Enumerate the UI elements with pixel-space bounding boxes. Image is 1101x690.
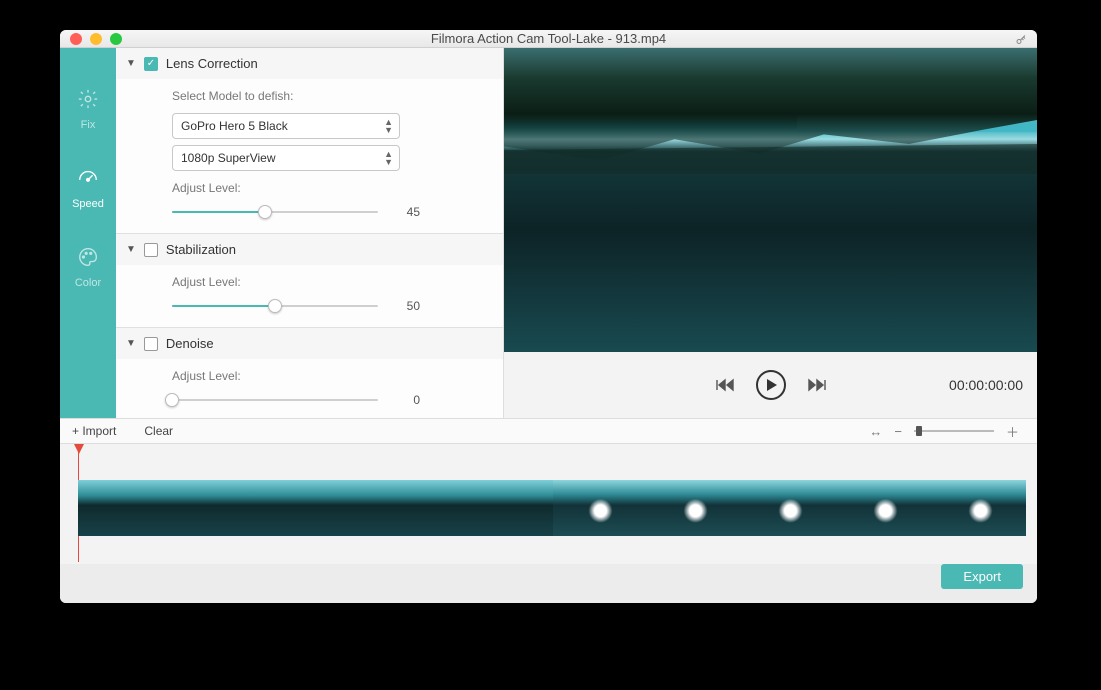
- zoom-window-button[interactable]: [110, 33, 122, 45]
- settings-panel: ▼ Lens Correction Select Model to defish…: [116, 48, 504, 418]
- adjust-level-label: Adjust Level:: [172, 369, 489, 383]
- playback-controls: 00:00:00:00: [504, 352, 1037, 418]
- import-button[interactable]: + Import: [72, 424, 116, 438]
- timeline-frame: [933, 480, 1026, 536]
- clear-button[interactable]: Clear: [144, 424, 173, 438]
- chevron-down-icon: ▼: [126, 338, 136, 349]
- minimize-window-button[interactable]: [90, 33, 102, 45]
- section-title: Denoise: [166, 336, 214, 351]
- select-resolution[interactable]: 1080p SuperView ▲▼: [172, 145, 400, 171]
- defish-prompt: Select Model to defish:: [172, 89, 489, 103]
- video-preview[interactable]: [504, 48, 1037, 352]
- timeline-frame: [173, 480, 268, 536]
- skip-back-button[interactable]: [714, 374, 736, 396]
- timeline[interactable]: [60, 444, 1037, 564]
- skip-forward-button[interactable]: [806, 374, 828, 396]
- section-lens-correction: ▼ Lens Correction Select Model to defish…: [116, 48, 503, 233]
- sidebar-item-speed[interactable]: Speed: [72, 167, 104, 210]
- zoom-out-button[interactable]: −: [894, 424, 902, 439]
- chevron-down-icon: ▼: [126, 244, 136, 255]
- timeline-frame: [743, 480, 838, 536]
- sidebar-item-label: Fix: [81, 119, 96, 131]
- app-window: Filmora Action Cam Tool-Lake - 913.mp4 F…: [60, 30, 1037, 603]
- section-stabilization: ▼ Stabilization Adjust Level: 50: [116, 233, 503, 327]
- select-value: 1080p SuperView: [181, 151, 276, 165]
- timeline-frame: [553, 480, 648, 536]
- export-button[interactable]: Export: [941, 564, 1023, 589]
- zoom-slider[interactable]: [914, 426, 994, 436]
- palette-icon: [77, 246, 99, 271]
- timeline-frame: [458, 480, 553, 536]
- timeline-frame: [363, 480, 458, 536]
- checkbox-lens-correction[interactable]: [144, 57, 158, 71]
- select-arrows-icon: ▲▼: [384, 150, 393, 166]
- section-header-lens[interactable]: ▼ Lens Correction: [116, 48, 503, 79]
- checkbox-stabilization[interactable]: [144, 243, 158, 257]
- sidebar: Fix Speed Color: [60, 48, 116, 418]
- slider-value: 50: [392, 299, 420, 313]
- fit-width-icon[interactable]: ↔: [869, 424, 882, 439]
- play-button[interactable]: [756, 370, 786, 400]
- slider-value: 0: [392, 393, 420, 407]
- close-window-button[interactable]: [70, 33, 82, 45]
- sidebar-item-color[interactable]: Color: [75, 246, 101, 289]
- chevron-down-icon: ▼: [126, 58, 136, 69]
- sidebar-item-fix[interactable]: Fix: [77, 88, 99, 131]
- select-camera-model[interactable]: GoPro Hero 5 Black ▲▼: [172, 113, 400, 139]
- checkbox-denoise[interactable]: [144, 337, 158, 351]
- slider-lens-level[interactable]: [172, 205, 378, 219]
- window-title: Filmora Action Cam Tool-Lake - 913.mp4: [60, 31, 1037, 46]
- timeline-frame: [648, 480, 743, 536]
- gear-icon: [77, 88, 99, 113]
- timecode: 00:00:00:00: [949, 377, 1023, 393]
- timeline-frame: [78, 480, 173, 536]
- footer: Export: [60, 564, 1037, 603]
- slider-value: 45: [392, 205, 420, 219]
- select-arrows-icon: ▲▼: [384, 118, 393, 134]
- key-icon[interactable]: [1015, 34, 1027, 49]
- select-value: GoPro Hero 5 Black: [181, 119, 288, 133]
- preview-pane: 00:00:00:00: [504, 48, 1037, 418]
- timeline-frame: [838, 480, 933, 536]
- sidebar-item-label: Color: [75, 277, 101, 289]
- section-title: Stabilization: [166, 242, 236, 257]
- timeline-frame: [268, 480, 363, 536]
- adjust-level-label: Adjust Level:: [172, 181, 489, 195]
- zoom-in-button[interactable]: ＋: [1006, 422, 1019, 441]
- section-denoise: ▼ Denoise Adjust Level: 0: [116, 327, 503, 418]
- section-header-stabilization[interactable]: ▼ Stabilization: [116, 234, 503, 265]
- timeline-clip[interactable]: [78, 480, 1026, 536]
- section-header-denoise[interactable]: ▼ Denoise: [116, 328, 503, 359]
- titlebar: Filmora Action Cam Tool-Lake - 913.mp4: [60, 30, 1037, 48]
- gauge-icon: [77, 167, 99, 192]
- timeline-toolbar: + Import Clear ↔ − ＋: [60, 418, 1037, 444]
- sidebar-item-label: Speed: [72, 198, 104, 210]
- adjust-level-label: Adjust Level:: [172, 275, 489, 289]
- slider-denoise-level[interactable]: [172, 393, 378, 407]
- slider-stabilization-level[interactable]: [172, 299, 378, 313]
- section-title: Lens Correction: [166, 56, 258, 71]
